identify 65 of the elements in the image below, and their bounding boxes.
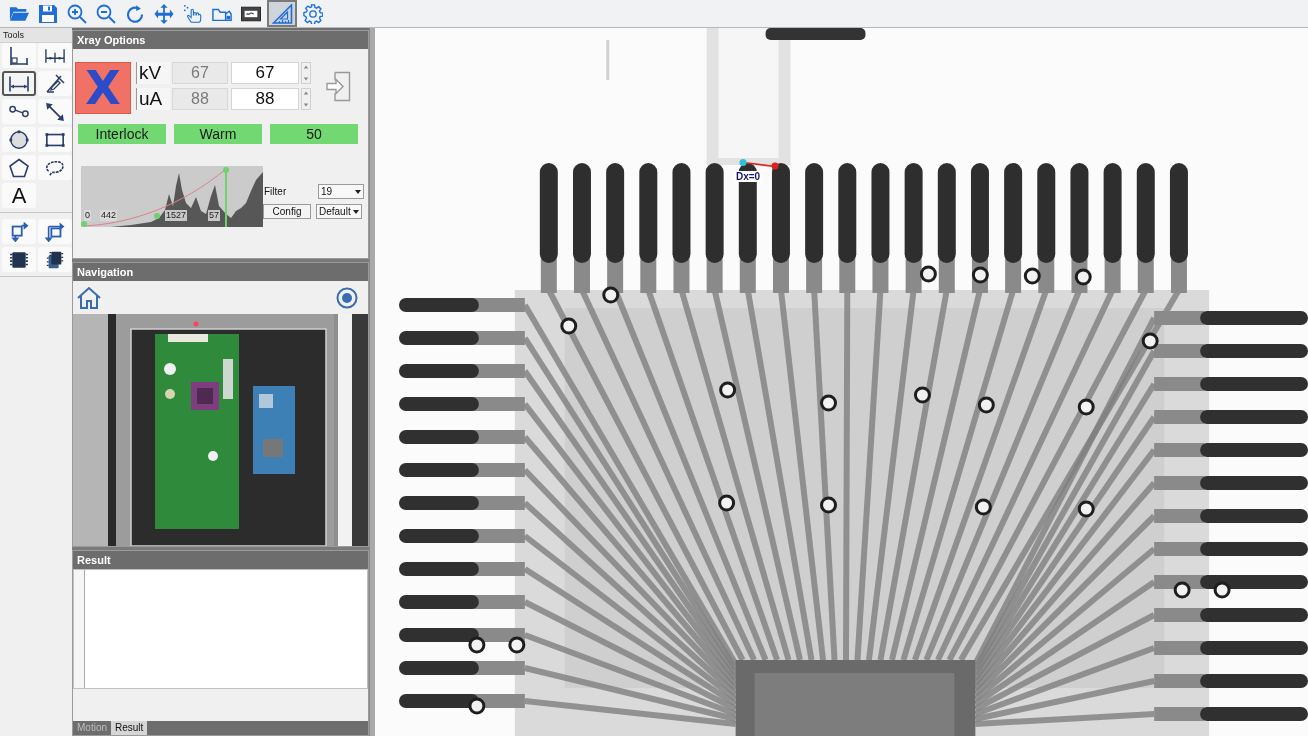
chip-stack-tool-button[interactable]	[38, 247, 72, 272]
chip-tool-button[interactable]	[2, 247, 36, 272]
pentagon-icon	[9, 157, 29, 178]
panel-header: Xray Options	[73, 31, 368, 49]
save-icon	[38, 3, 58, 24]
frame-arrow-icon	[45, 221, 65, 242]
parameter-label: kV	[136, 62, 170, 84]
status-indicator: Warm	[174, 124, 262, 144]
config-button[interactable]: Config	[263, 204, 311, 219]
panel-header: Result	[73, 551, 368, 569]
caret-icon	[355, 189, 361, 194]
preset-select[interactable]: Default	[316, 204, 362, 219]
up-arrow-icon[interactable]	[303, 65, 309, 69]
panel-tab[interactable]: Result	[111, 721, 148, 735]
text-tool-button[interactable]: A	[2, 183, 36, 208]
tick-label: 1527	[165, 210, 188, 221]
angle-tool-button[interactable]	[38, 71, 72, 96]
tick-label: 57	[208, 210, 220, 221]
settings-icon	[303, 3, 323, 24]
linked-circles-tool-button[interactable]	[2, 99, 36, 124]
tick-label: 0	[84, 210, 91, 221]
circle-icon	[9, 129, 29, 150]
zoom-out-icon	[96, 3, 116, 24]
panel-header: Navigation	[73, 263, 368, 281]
parameter-label: uA	[136, 88, 170, 110]
rectangle-tool-button[interactable]	[38, 127, 72, 152]
move-icon	[154, 3, 174, 24]
target-icon[interactable]	[336, 286, 358, 309]
reading-field: 88	[172, 88, 228, 110]
value-input[interactable]: 67	[231, 62, 299, 84]
up-arrow-icon[interactable]	[303, 91, 309, 95]
frame-arrow-tool-button[interactable]	[38, 219, 72, 244]
measurement-label: Dx=0	[734, 171, 763, 182]
frame-arrows-icon	[9, 221, 29, 242]
caret-icon	[353, 209, 359, 214]
filter-select[interactable]: 19	[318, 184, 364, 199]
diagonal-arrow-icon	[45, 101, 65, 122]
lasso-tool-button[interactable]	[38, 155, 72, 180]
angle-icon	[45, 73, 65, 94]
dimension-tool-button[interactable]	[2, 71, 36, 96]
bracket-tool-button[interactable]	[2, 43, 36, 68]
bracket-icon	[9, 45, 29, 66]
zoom-in-icon	[67, 3, 87, 24]
pentagon-tool-button[interactable]	[2, 155, 36, 180]
measurement-marker[interactable]	[739, 158, 779, 170]
pointer-hand-icon	[183, 3, 203, 24]
tools-header: Tools	[0, 28, 72, 43]
door-arrow-icon[interactable]	[326, 71, 352, 102]
value-input[interactable]: 88	[231, 88, 299, 110]
circle-tool-button[interactable]	[2, 127, 36, 152]
down-arrow-icon[interactable]	[303, 103, 309, 107]
rotate-icon	[125, 3, 145, 24]
reading-field: 67	[172, 62, 228, 84]
ruler-triangle-icon	[271, 3, 293, 24]
tick-label: 442	[100, 210, 118, 221]
status-indicator: 50	[270, 124, 358, 144]
diagonal-arrow-tool-button[interactable]	[38, 99, 72, 124]
chip-stack-icon	[45, 249, 65, 270]
filter-label: Filter	[263, 186, 288, 197]
chip-icon	[9, 249, 29, 270]
status-indicator: Interlock	[78, 124, 166, 144]
home-icon[interactable]	[76, 285, 102, 310]
frame-arrows-tool-button[interactable]	[2, 219, 36, 244]
down-arrow-icon[interactable]	[303, 77, 309, 81]
dimension-chain-tool-button[interactable]	[38, 43, 72, 68]
